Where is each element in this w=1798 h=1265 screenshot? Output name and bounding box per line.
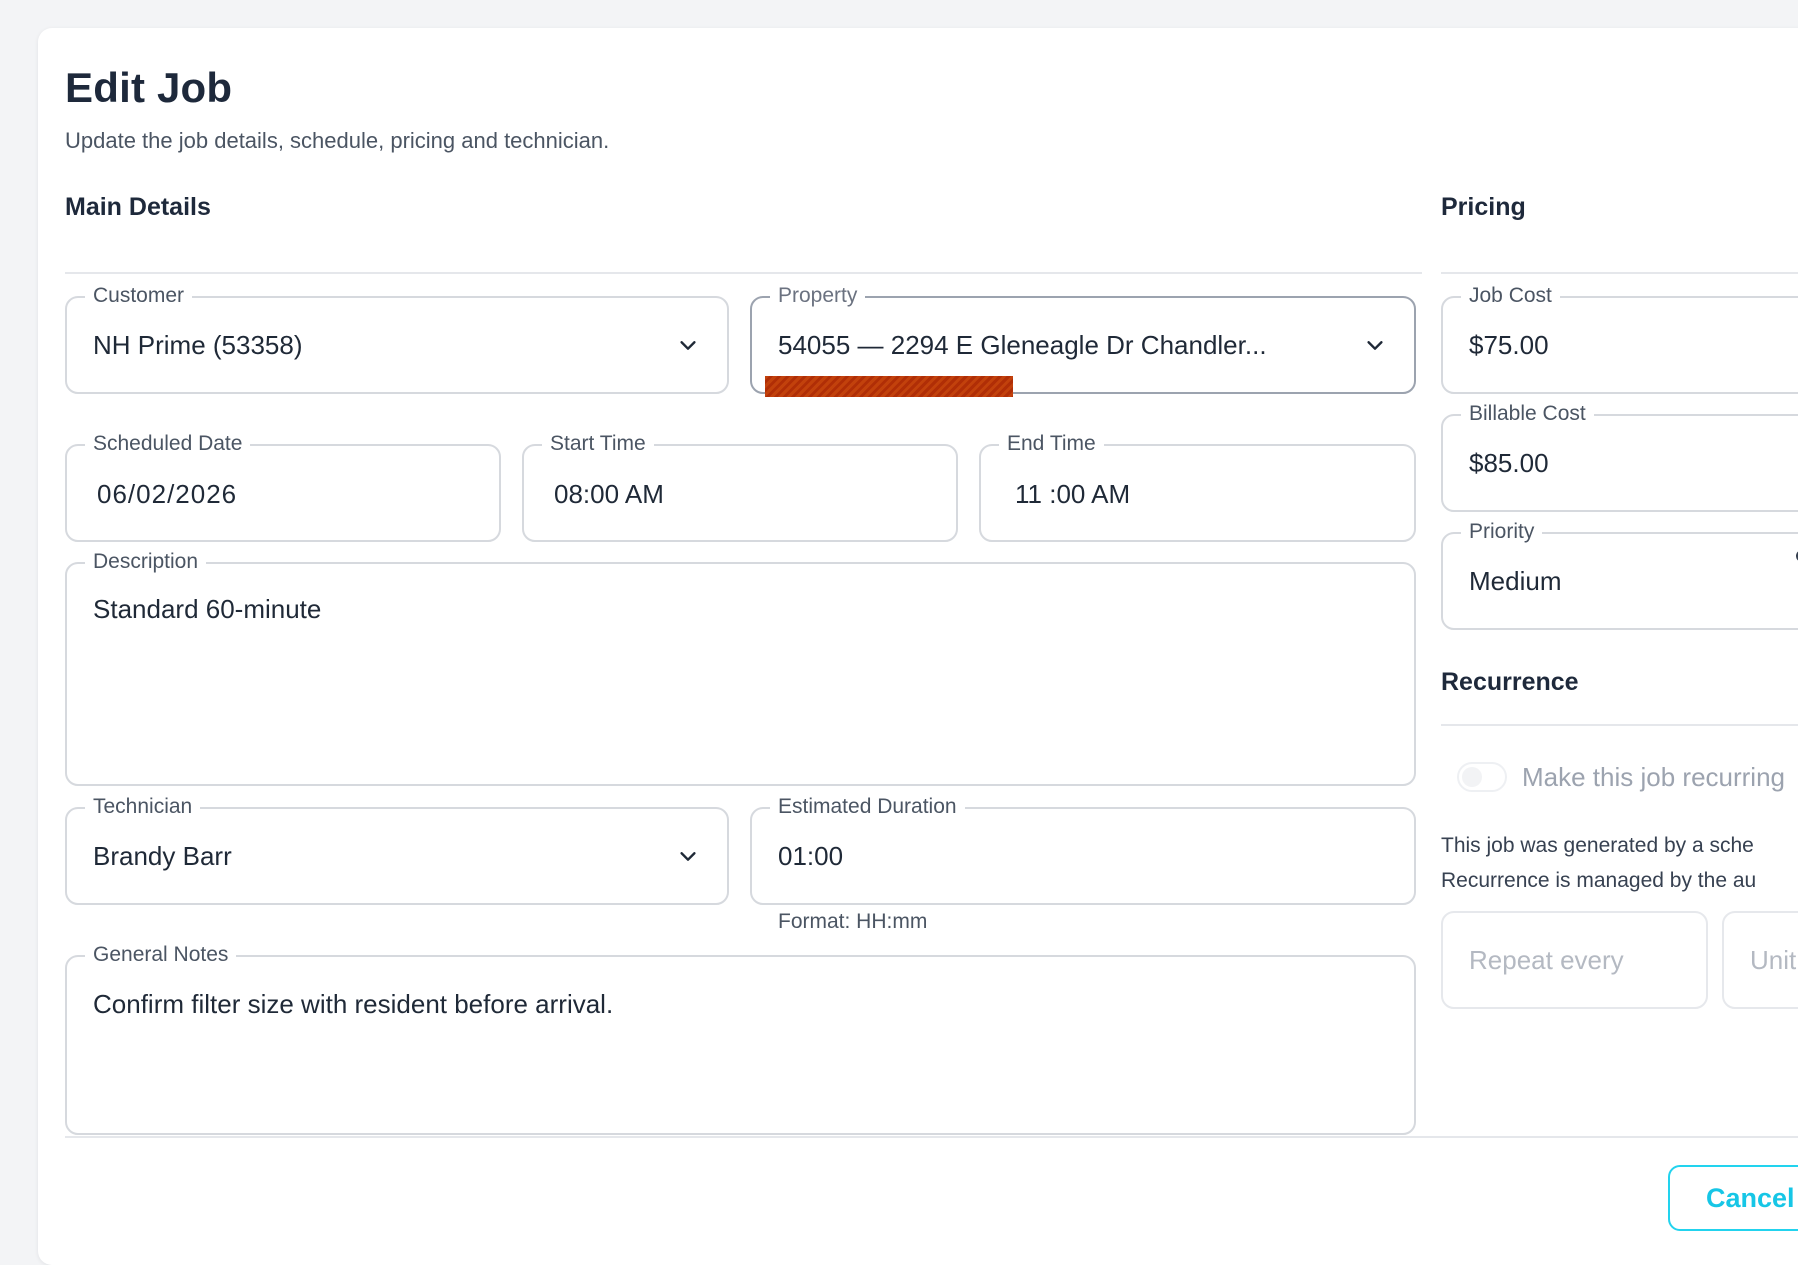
estimated-duration-value: 01:00 (778, 841, 844, 871)
footer-divider (65, 1136, 1798, 1138)
end-time-field[interactable]: End Time 11 :00 AM (979, 431, 1416, 542)
repeat-every-placeholder: Repeat every (1469, 945, 1624, 975)
customer-value: NH Prime (53358) (93, 330, 303, 360)
scheduled-date-field[interactable]: Scheduled Date 06/02/2026 (65, 431, 501, 542)
general-notes-label: General Notes (85, 942, 237, 968)
main-details-divider (65, 272, 1422, 274)
billable-cost-field[interactable]: Billable Cost $85.00 (1441, 401, 1798, 512)
recurrence-info-line-2: Recurrence is managed by the au (1441, 869, 1757, 892)
priority-label: Priority (1461, 519, 1543, 545)
estimated-duration-field[interactable]: Estimated Duration 01:00 (750, 794, 1416, 905)
technician-select[interactable]: Technician Brandy Barr (65, 794, 729, 905)
unit-select[interactable]: Unit (1722, 911, 1798, 1009)
priority-value: Medium (1469, 566, 1562, 596)
scheduled-date-value: 06/02/2026 (97, 479, 238, 509)
recurring-toggle-label: Make this job recurring (1522, 762, 1785, 792)
property-label: Property (770, 283, 866, 309)
property-value: 54055 — 2294 E Gleneagle Dr Chandler... (778, 330, 1267, 360)
general-notes-textarea[interactable]: General Notes Confirm filter size with r… (65, 942, 1416, 1135)
pricing-heading: Pricing (1441, 193, 1526, 221)
main-details-heading: Main Details (65, 193, 211, 221)
start-time-value: 08:00 AM (554, 479, 664, 509)
property-error-indicator (765, 376, 1013, 397)
cancel-button[interactable]: Cancel (1668, 1165, 1798, 1231)
billable-cost-label: Billable Cost (1461, 401, 1594, 427)
dialog-subtitle: Update the job details, schedule, pricin… (65, 128, 610, 153)
dialog-title: Edit Job (65, 64, 233, 111)
customer-select[interactable]: Customer NH Prime (53358) (65, 283, 729, 394)
end-time-value: 11 :00 AM (1015, 479, 1131, 509)
technician-value: Brandy Barr (93, 841, 232, 871)
description-label: Description (85, 549, 207, 575)
description-textarea[interactable]: Description Standard 60-minute (65, 549, 1416, 786)
technician-label: Technician (85, 794, 201, 820)
end-time-label: End Time (999, 431, 1104, 457)
recurrence-divider (1441, 724, 1798, 726)
edit-job-dialog: Edit Job Update the job details, schedul… (38, 28, 1798, 1265)
estimated-duration-label: Estimated Duration (770, 794, 965, 820)
job-cost-field[interactable]: Job Cost $75.00 (1441, 283, 1798, 394)
scheduled-date-label: Scheduled Date (85, 431, 251, 457)
toggle-knob (1462, 767, 1482, 787)
pricing-divider (1441, 272, 1798, 274)
recurring-toggle[interactable] (1457, 762, 1507, 792)
description-value: Standard 60-minute (93, 594, 322, 624)
job-cost-label: Job Cost (1461, 283, 1560, 309)
job-cost-value: $75.00 (1469, 330, 1549, 360)
recurrence-info-line-1: This job was generated by a sche (1441, 834, 1754, 857)
chevron-down-icon (680, 341, 696, 350)
recurrence-heading: Recurrence (1441, 668, 1579, 696)
unit-placeholder: Unit (1750, 945, 1797, 975)
priority-select[interactable]: Priority Medium (1441, 519, 1798, 630)
chevron-down-icon (680, 852, 696, 861)
repeat-every-input[interactable]: Repeat every (1441, 911, 1708, 1009)
start-time-label: Start Time (542, 431, 654, 457)
general-notes-value: Confirm filter size with resident before… (93, 989, 614, 1019)
billable-cost-value: $85.00 (1469, 448, 1549, 478)
customer-label: Customer (85, 283, 193, 309)
start-time-field[interactable]: Start Time 08:00 AM (522, 431, 958, 542)
duration-format-hint: Format: HH:mm (778, 910, 928, 933)
chevron-down-icon (1367, 341, 1383, 350)
